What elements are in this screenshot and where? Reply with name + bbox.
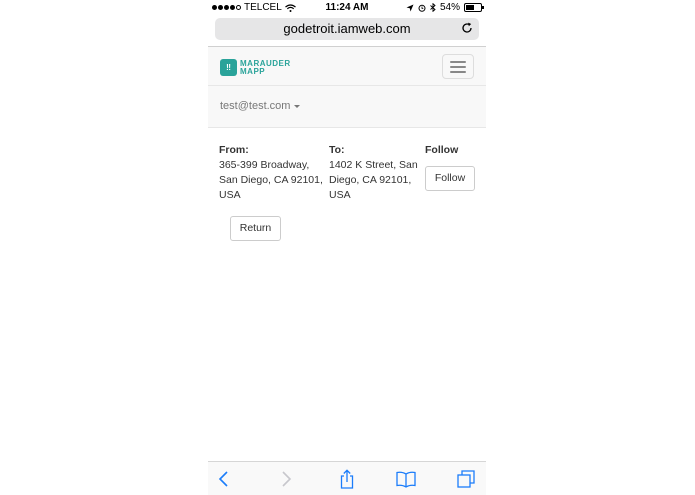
- navbar-divider: [208, 85, 486, 86]
- phone-screen: TELCEL 11:24 AM 54% godetroit.iamweb.com…: [208, 0, 486, 495]
- bluetooth-icon: [430, 3, 436, 12]
- chevron-left-icon[interactable]: [214, 469, 234, 489]
- chevron-right-icon[interactable]: [276, 469, 296, 489]
- share-icon[interactable]: [337, 469, 357, 489]
- user-dropdown[interactable]: test@test.com: [220, 100, 301, 112]
- tabs-icon[interactable]: [456, 469, 476, 489]
- to-address-line: Diego, CA 92101,: [329, 174, 412, 186]
- follow-button[interactable]: Follow: [425, 166, 475, 191]
- status-right: 54%: [406, 2, 484, 13]
- brand-name: MARAUDER MAPP: [240, 59, 291, 76]
- menu-toggle-button[interactable]: [442, 54, 474, 79]
- follow-column: Follow: [425, 143, 480, 158]
- user-email: test@test.com: [220, 100, 291, 112]
- return-button[interactable]: Return: [230, 216, 281, 241]
- from-column: From: 365-399 Broadway, San Diego, CA 92…: [219, 143, 327, 203]
- address-bar[interactable]: godetroit.iamweb.com: [215, 18, 479, 40]
- from-address-line: San Diego, CA 92101,: [219, 174, 323, 186]
- location-icon: [406, 4, 414, 11]
- to-label: To:: [329, 144, 345, 156]
- brand-line-2: MAPP: [240, 66, 266, 76]
- browser-toolbar: [208, 461, 486, 495]
- brand-logo[interactable]: ‼ MARAUDER MAPP: [220, 59, 291, 76]
- site-navbar: ‼ MARAUDER MAPP test@test.com: [208, 47, 486, 128]
- battery-icon: [464, 3, 484, 12]
- to-column: To: 1402 K Street, San Diego, CA 92101, …: [329, 143, 424, 203]
- brand-mark-icon: ‼: [220, 59, 237, 76]
- url-text: godetroit.iamweb.com: [283, 21, 411, 36]
- reload-icon[interactable]: [460, 21, 474, 35]
- hamburger-bar: [450, 66, 466, 68]
- to-address-line: USA: [329, 189, 351, 201]
- follow-label: Follow: [425, 144, 459, 156]
- battery-fill: [466, 5, 474, 10]
- from-address-line: USA: [219, 189, 241, 201]
- book-icon[interactable]: [396, 469, 416, 489]
- to-address-line: 1402 K Street, San: [329, 159, 418, 171]
- battery-percent: 54%: [439, 2, 460, 13]
- from-label: From:: [219, 144, 249, 156]
- hamburger-bar: [450, 61, 466, 63]
- from-address-line: 365-399 Broadway,: [219, 159, 310, 171]
- alarm-icon: [418, 4, 426, 12]
- hamburger-bar: [450, 71, 466, 73]
- caret-down-icon: [294, 104, 301, 108]
- status-bar: TELCEL 11:24 AM 54%: [208, 0, 486, 16]
